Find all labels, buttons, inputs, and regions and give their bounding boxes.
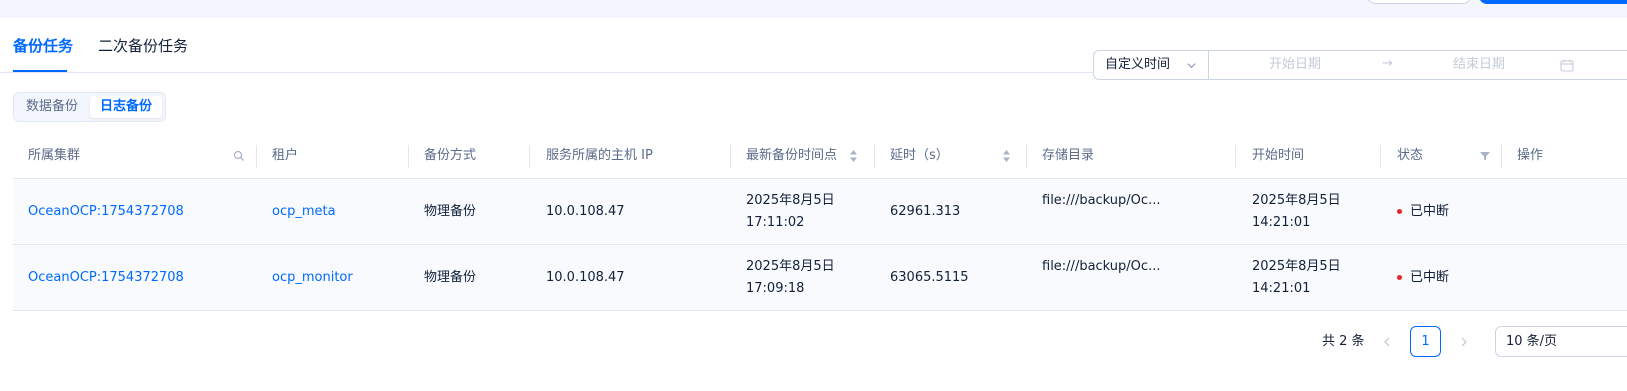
storage-cell: file:///backup/Oc... — [1042, 193, 1161, 208]
status-dot-icon — [1397, 275, 1402, 280]
start-time-cell: 14:21:01 — [1252, 281, 1311, 296]
status-badge: 已中断 — [1410, 270, 1450, 285]
column-divider — [730, 145, 731, 168]
cluster-link[interactable]: OceanOCP:1754372708 — [28, 201, 184, 223]
backup-method-cell: 物理备份 — [424, 270, 477, 285]
pagination: 共 2 条 1 10 条/页 — [0, 326, 1627, 358]
range-separator: → — [1382, 56, 1393, 71]
time-mode-label: 自定义时间 — [1105, 57, 1171, 72]
column-header-tenant: 租户 — [272, 148, 299, 163]
tenant-link[interactable]: ocp_meta — [272, 201, 336, 223]
column-header-host-ip: 服务所属的主机 IP — [546, 148, 653, 163]
tab-secondary-backup-tasks[interactable]: 二次备份任务 — [98, 36, 188, 56]
segment-data-backup[interactable]: 数据备份 — [16, 96, 88, 118]
segment-log-backup[interactable]: 日志备份 — [90, 96, 163, 118]
date-range-picker[interactable]: 自定义时间 开始日期 → 结束日期 — [1093, 50, 1627, 80]
status-dot-icon — [1397, 209, 1402, 214]
column-header-latest-backup[interactable]: 最新备份时间点 — [746, 147, 837, 165]
filter-icon[interactable] — [1479, 150, 1491, 162]
active-tab-indicator — [13, 70, 67, 72]
delay-cell: 62961.313 — [890, 204, 961, 219]
column-header-status: 状态 — [1397, 148, 1424, 163]
column-divider — [1380, 145, 1381, 168]
column-divider — [1235, 145, 1236, 168]
column-divider — [1026, 145, 1027, 168]
latest-backup-date-cell: 2025年8月5日 — [746, 193, 835, 208]
calendar-icon — [1560, 59, 1574, 72]
column-header-storage: 存储目录 — [1042, 148, 1095, 163]
header-primary-button[interactable] — [1479, 0, 1627, 4]
total-count: 共 2 条 — [1322, 334, 1365, 349]
latest-backup-time-cell: 17:09:18 — [746, 281, 805, 296]
sort-icon[interactable] — [1002, 149, 1011, 163]
prev-page-icon[interactable] — [1381, 336, 1393, 348]
next-page-icon[interactable] — [1458, 336, 1470, 348]
column-header-start-time: 开始时间 — [1252, 148, 1305, 163]
table-header: 所属集群 租户 备份方式 服务所属的主机 IP 最新备份时间点 延时（s） 存储… — [13, 134, 1627, 179]
start-date-cell: 2025年8月5日 — [1252, 259, 1341, 274]
search-icon[interactable] — [233, 150, 245, 162]
column-header-cluster: 所属集群 — [28, 148, 81, 163]
header-secondary-button[interactable] — [1367, 0, 1471, 4]
start-time-cell: 14:21:01 — [1252, 215, 1311, 230]
start-date-input[interactable]: 开始日期 — [1269, 56, 1321, 74]
cluster-link[interactable]: OceanOCP:1754372708 — [28, 267, 184, 289]
column-header-delay[interactable]: 延时（s） — [890, 147, 949, 165]
tab-backup-tasks[interactable]: 备份任务 — [13, 36, 73, 56]
sort-icon[interactable] — [849, 149, 858, 163]
column-divider — [256, 145, 257, 168]
page-number-button[interactable]: 1 — [1410, 326, 1441, 357]
backup-method-cell: 物理备份 — [424, 204, 477, 219]
tenant-link[interactable]: ocp_monitor — [272, 267, 353, 289]
page-size-label: 10 条/页 — [1506, 334, 1558, 349]
host-ip-cell: 10.0.108.47 — [546, 270, 625, 285]
start-date-cell: 2025年8月5日 — [1252, 193, 1341, 208]
column-divider — [874, 145, 875, 168]
column-divider — [529, 145, 530, 168]
time-mode-select[interactable]: 自定义时间 — [1094, 51, 1209, 79]
end-date-input[interactable]: 结束日期 — [1453, 56, 1505, 74]
latest-backup-date-cell: 2025年8月5日 — [746, 259, 835, 274]
column-header-actions: 操作 — [1517, 148, 1544, 163]
page-size-select[interactable]: 10 条/页 — [1495, 326, 1627, 357]
chevron-down-icon — [1187, 63, 1196, 69]
backup-tabs: 备份任务 二次备份任务 自定义时间 开始日期 → 结束日期 — [0, 18, 1627, 80]
storage-cell: file:///backup/Oc... — [1042, 259, 1161, 274]
latest-backup-time-cell: 17:11:02 — [746, 215, 805, 230]
table-row: OceanOCP:1754372708 ocp_meta 物理备份 10.0.1… — [13, 179, 1627, 245]
column-header-backup-method: 备份方式 — [424, 148, 477, 163]
backup-type-switch: 数据备份 日志备份 — [13, 92, 166, 122]
table-row: OceanOCP:1754372708 ocp_monitor 物理备份 10.… — [13, 245, 1627, 311]
column-divider — [408, 145, 409, 168]
status-badge: 已中断 — [1410, 204, 1450, 219]
column-divider — [1501, 145, 1502, 168]
delay-cell: 63065.5115 — [890, 270, 969, 285]
host-ip-cell: 10.0.108.47 — [546, 204, 625, 219]
